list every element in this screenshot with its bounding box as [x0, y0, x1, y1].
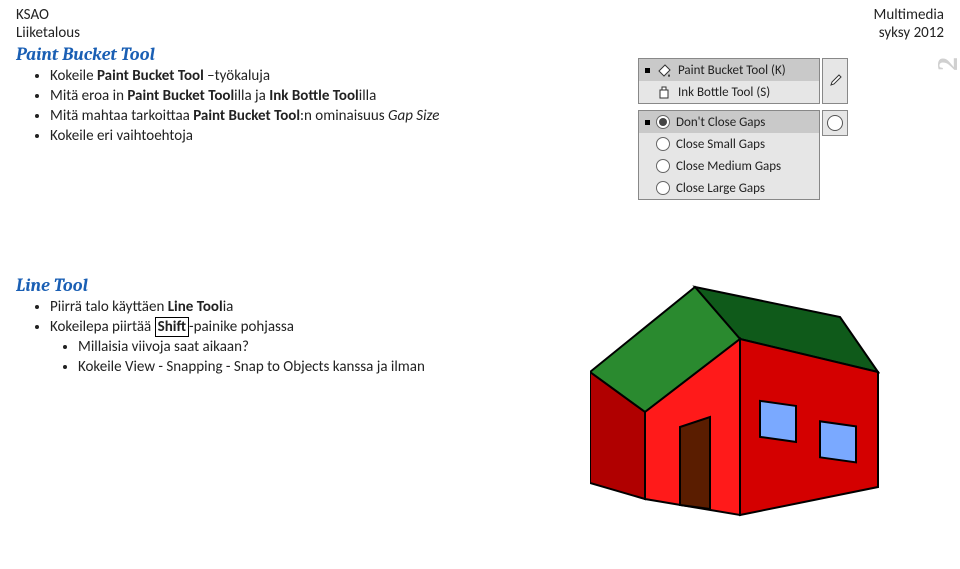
gap-preview-button[interactable] [822, 110, 848, 136]
list-item: Piirrä talo käyttäen Line Toolia [50, 298, 520, 316]
selection-marker-icon [645, 68, 650, 73]
eyedropper-icon [827, 73, 843, 89]
house-illustration [590, 277, 880, 517]
radio-icon [656, 159, 670, 173]
gap-option-label: Don't Close Gaps [676, 115, 765, 130]
header-left-2: Liiketalous [16, 24, 80, 42]
header-left-1: KSAO [16, 6, 49, 24]
section2-list: Piirrä talo käyttäen Line Toolia Kokeile… [50, 298, 520, 376]
tool-item-ink-bottle[interactable]: Ink Bottle Tool (S) [639, 81, 819, 103]
page-number-badge: 2 [933, 57, 960, 71]
header-right-2: syksy 2012 [879, 24, 944, 42]
gap-option-label: Close Small Gaps [676, 137, 765, 152]
eyedropper-button[interactable] [822, 58, 848, 104]
gap-option-dont-close[interactable]: Don't Close Gaps [639, 111, 819, 133]
header-right-1: Multimedia [874, 6, 944, 24]
header: KSAO Multimedia Liiketalous syksy 2012 [0, 0, 960, 42]
list-item: Kokeilepa piirtää Shift-painike pohjassa… [50, 318, 520, 376]
gap-option-label: Close Large Gaps [676, 181, 765, 196]
radio-icon [656, 137, 670, 151]
tool-picker-panel: Paint Bucket Tool (K) Ink Bottle Tool (S… [638, 58, 820, 104]
selection-marker-icon [645, 120, 650, 125]
tool-label: Paint Bucket Tool (K) [678, 63, 786, 78]
radio-icon [656, 115, 670, 129]
list-item: Millaisia viivoja saat aikaan? [78, 338, 520, 356]
ink-bottle-icon [656, 84, 672, 100]
radio-icon [656, 181, 670, 195]
gap-option-small[interactable]: Close Small Gaps [639, 133, 819, 155]
gap-size-panel: Don't Close Gaps Close Small Gaps Close … [638, 110, 820, 200]
gap-option-medium[interactable]: Close Medium Gaps [639, 155, 819, 177]
tool-item-paint-bucket[interactable]: Paint Bucket Tool (K) [639, 59, 819, 81]
tool-label: Ink Bottle Tool (S) [678, 85, 770, 100]
gap-circle-icon [827, 115, 843, 131]
gap-option-label: Close Medium Gaps [676, 159, 781, 174]
section2-sublist: Millaisia viivoja saat aikaan? Kokeile V… [78, 338, 520, 376]
list-item: Kokeile View - Snapping - Snap to Object… [78, 358, 520, 376]
paint-bucket-icon [656, 62, 672, 78]
gap-option-large[interactable]: Close Large Gaps [639, 177, 819, 199]
